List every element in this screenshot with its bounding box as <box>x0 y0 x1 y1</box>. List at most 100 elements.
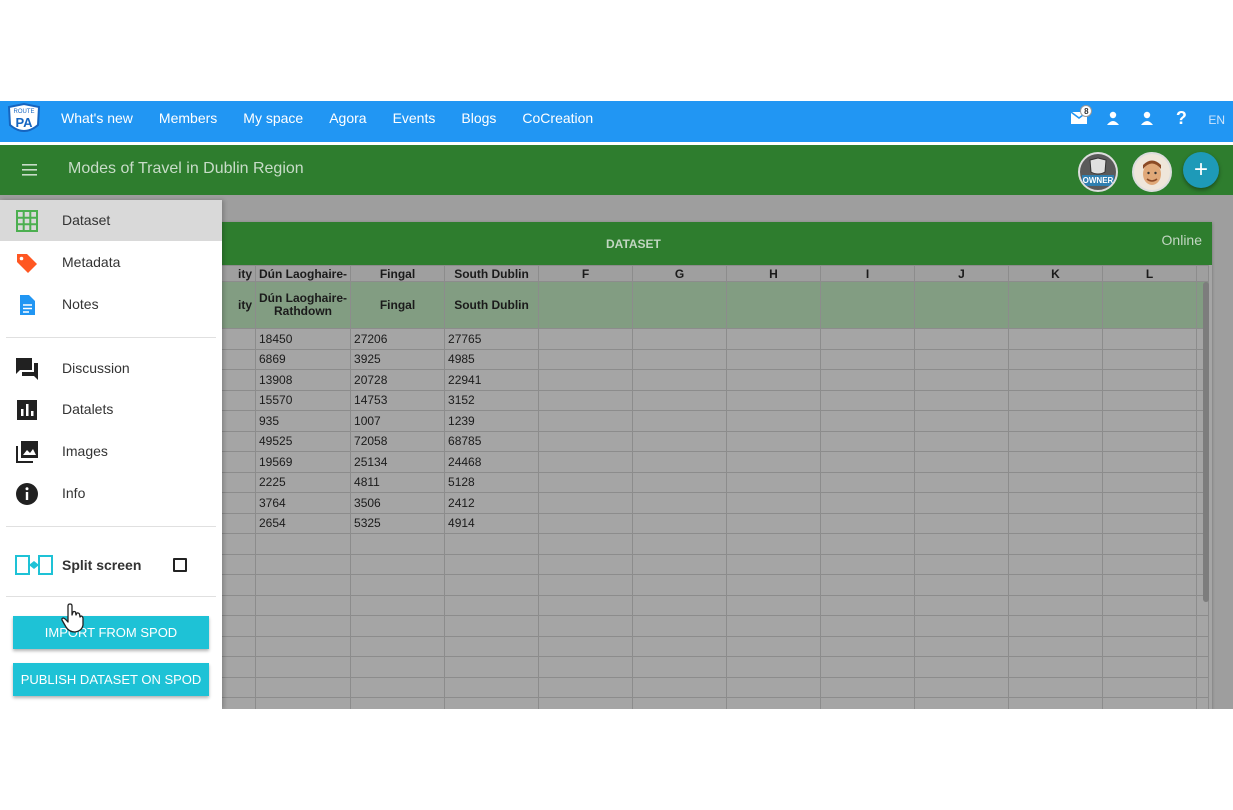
drawer-item-discussion[interactable]: Discussion <box>0 348 222 389</box>
table-cell[interactable] <box>254 635 352 657</box>
table-cell[interactable] <box>914 594 1010 616</box>
table-cell[interactable] <box>538 389 634 411</box>
table-cell[interactable] <box>914 553 1010 575</box>
table-cell[interactable] <box>538 697 634 709</box>
table-cell[interactable] <box>914 410 1010 432</box>
table-cell[interactable] <box>538 574 634 596</box>
table-cell[interactable] <box>820 492 916 514</box>
table-cell[interactable] <box>1102 348 1198 370</box>
table-cell[interactable] <box>820 348 916 370</box>
column-letter[interactable]: J <box>914 265 1010 282</box>
drawer-item-info[interactable]: Info <box>0 473 222 514</box>
table-cell[interactable] <box>632 635 728 657</box>
table-cell[interactable] <box>1008 369 1104 391</box>
table-cell[interactable] <box>1102 512 1198 534</box>
table-cell[interactable] <box>914 328 1010 350</box>
table-cell[interactable] <box>914 389 1010 411</box>
column-letter[interactable]: G <box>632 265 728 282</box>
table-cell[interactable] <box>820 574 916 596</box>
table-cell[interactable]: 15570 <box>254 389 352 411</box>
drawer-item-images[interactable]: Images <box>0 431 222 472</box>
column-letter[interactable]: F <box>538 265 634 282</box>
table-cell[interactable] <box>538 430 634 452</box>
table-cell[interactable] <box>1102 410 1198 432</box>
language-selector[interactable]: EN <box>1208 113 1225 127</box>
table-cell[interactable] <box>1102 635 1198 657</box>
table-cell[interactable] <box>538 656 634 678</box>
table-cell[interactable] <box>254 533 352 555</box>
table-cell[interactable] <box>1008 635 1104 657</box>
table-cell[interactable]: 72058 <box>350 430 446 452</box>
table-cell[interactable] <box>726 635 822 657</box>
header-cell[interactable] <box>538 281 634 329</box>
publish-dataset-button[interactable]: PUBLISH DATASET ON SPOD <box>13 663 209 696</box>
table-cell[interactable] <box>820 369 916 391</box>
table-cell[interactable] <box>632 533 728 555</box>
table-cell[interactable]: 2412 <box>444 492 540 514</box>
table-cell[interactable] <box>726 656 822 678</box>
table-cell[interactable] <box>820 656 916 678</box>
table-cell[interactable]: 3764 <box>254 492 352 514</box>
table-cell[interactable] <box>1008 430 1104 452</box>
table-cell[interactable]: 4811 <box>350 471 446 493</box>
table-cell[interactable]: 5128 <box>444 471 540 493</box>
profile-icon[interactable] <box>1130 101 1164 135</box>
table-cell[interactable]: 24468 <box>444 451 540 473</box>
table-cell[interactable] <box>914 430 1010 452</box>
table-cell[interactable] <box>1008 348 1104 370</box>
table-cell[interactable] <box>726 389 822 411</box>
column-letter[interactable]: K <box>1008 265 1104 282</box>
table-cell[interactable] <box>914 615 1010 637</box>
table-cell[interactable] <box>914 451 1010 473</box>
table-cell[interactable]: 25134 <box>350 451 446 473</box>
table-cell[interactable]: 6869 <box>254 348 352 370</box>
table-cell[interactable] <box>1102 369 1198 391</box>
table-cell[interactable]: 1239 <box>444 410 540 432</box>
table-cell[interactable] <box>820 553 916 575</box>
table-cell[interactable] <box>820 615 916 637</box>
table-cell[interactable] <box>1102 471 1198 493</box>
table-cell[interactable] <box>632 410 728 432</box>
table-cell[interactable] <box>632 574 728 596</box>
table-cell[interactable] <box>1008 676 1104 698</box>
table-cell[interactable] <box>820 430 916 452</box>
vertical-scrollbar[interactable] <box>1203 282 1209 602</box>
table-cell[interactable]: 4985 <box>444 348 540 370</box>
table-cell[interactable] <box>444 676 540 698</box>
table-cell[interactable] <box>726 533 822 555</box>
table-cell[interactable] <box>632 451 728 473</box>
nav-link-events[interactable]: Events <box>393 110 436 126</box>
table-cell[interactable] <box>914 492 1010 514</box>
table-cell[interactable]: 5325 <box>350 512 446 534</box>
table-cell[interactable] <box>538 348 634 370</box>
table-cell[interactable]: 49525 <box>254 430 352 452</box>
table-cell[interactable]: 3506 <box>350 492 446 514</box>
table-cell[interactable] <box>1008 553 1104 575</box>
table-cell[interactable] <box>350 553 446 575</box>
table-cell[interactable] <box>726 594 822 616</box>
table-cell[interactable] <box>820 533 916 555</box>
table-cell[interactable] <box>632 512 728 534</box>
table-cell[interactable] <box>726 615 822 637</box>
table-cell[interactable] <box>726 410 822 432</box>
table-cell[interactable] <box>1102 676 1198 698</box>
table-cell[interactable] <box>726 348 822 370</box>
help-icon[interactable]: ? <box>1164 101 1198 135</box>
table-cell[interactable] <box>444 594 540 616</box>
table-cell[interactable] <box>820 451 916 473</box>
table-cell[interactable] <box>1008 410 1104 432</box>
table-cell[interactable] <box>726 430 822 452</box>
table-cell[interactable] <box>726 492 822 514</box>
table-cell[interactable] <box>444 615 540 637</box>
header-cell[interactable]: Fingal <box>350 281 446 329</box>
table-cell[interactable] <box>538 533 634 555</box>
table-cell[interactable] <box>1102 656 1198 678</box>
table-cell[interactable] <box>820 635 916 657</box>
table-cell[interactable] <box>1102 574 1198 596</box>
table-cell[interactable] <box>914 656 1010 678</box>
split-screen-checkbox[interactable] <box>173 558 187 572</box>
table-cell[interactable] <box>632 430 728 452</box>
table-cell[interactable] <box>1008 533 1104 555</box>
table-cell[interactable]: 19569 <box>254 451 352 473</box>
table-cell[interactable] <box>538 369 634 391</box>
